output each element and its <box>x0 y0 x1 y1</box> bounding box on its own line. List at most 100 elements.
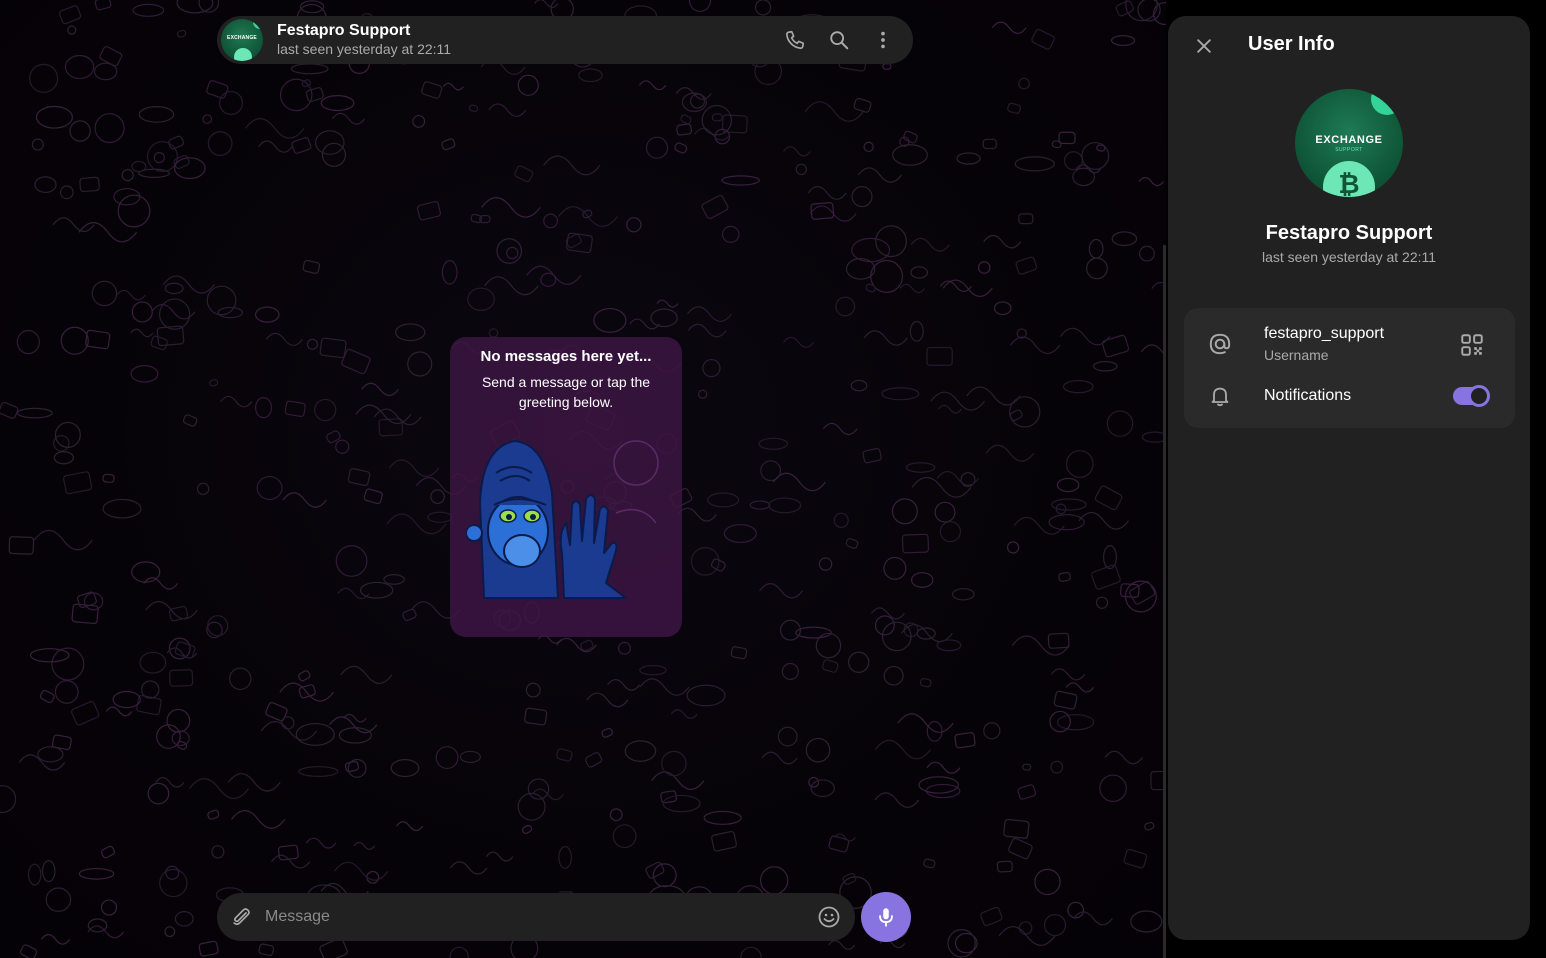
background-doodle <box>1047 632 1070 649</box>
background-doodle <box>146 141 178 173</box>
background-doodle <box>626 217 642 233</box>
background-doodle <box>198 940 219 957</box>
background-doodle <box>1062 379 1094 394</box>
background-doodle <box>71 700 100 726</box>
background-doodle <box>388 459 440 477</box>
greeting-sticker[interactable] <box>466 433 666 613</box>
background-doodle <box>584 752 603 768</box>
background-doodle <box>467 287 495 312</box>
background-doodle <box>783 336 815 348</box>
background-doodle <box>759 583 803 599</box>
background-doodle <box>881 621 912 652</box>
background-doodle <box>0 785 17 814</box>
call-button[interactable] <box>777 22 813 58</box>
background-doodle <box>982 138 997 150</box>
background-doodle <box>956 152 981 165</box>
background-doodle <box>258 140 293 153</box>
background-doodle <box>1048 514 1085 531</box>
background-doodle <box>291 137 312 154</box>
background-doodle <box>851 186 873 208</box>
background-doodle <box>521 824 533 834</box>
background-doodle <box>231 809 286 829</box>
background-doodle <box>845 537 859 549</box>
background-doodle <box>53 451 74 465</box>
emoji-button[interactable] <box>815 903 843 931</box>
gorilla-muzzle <box>503 534 541 568</box>
background-doodle <box>1106 410 1134 437</box>
background-doodle <box>468 104 479 113</box>
chat-header[interactable]: EXCHANGE Festapro Support last seen yest… <box>217 16 913 64</box>
background-doodle <box>662 794 701 813</box>
background-doodle <box>52 217 95 233</box>
background-doodle <box>1018 77 1030 90</box>
attach-button[interactable] <box>229 905 253 929</box>
background-doodle <box>363 488 383 505</box>
background-doodle <box>865 283 876 293</box>
background-doodle <box>850 379 868 392</box>
search-icon <box>830 31 849 50</box>
background-doodle <box>284 400 306 417</box>
background-doodle <box>749 500 771 510</box>
background-doodle <box>853 97 872 113</box>
background-doodle <box>69 120 91 142</box>
background-doodle <box>430 489 445 505</box>
close-button[interactable] <box>1190 32 1218 60</box>
notifications-toggle[interactable] <box>1453 385 1490 407</box>
background-doodle <box>112 690 141 709</box>
background-doodle <box>910 572 934 588</box>
background-doodle <box>335 545 368 577</box>
notifications-info: Notifications <box>1264 386 1351 406</box>
background-doodle <box>271 854 311 869</box>
background-doodle <box>582 209 593 219</box>
background-doodle <box>1049 710 1071 733</box>
background-doodle <box>772 472 826 492</box>
qr-code-icon[interactable] <box>1459 332 1485 358</box>
background-doodle <box>94 0 112 11</box>
background-doodle <box>758 437 789 450</box>
avatar[interactable]: EXCHANGE <box>221 19 263 61</box>
notifications-row[interactable]: Notifications <box>1184 376 1515 416</box>
search-button[interactable] <box>821 22 857 58</box>
background-doodle <box>176 29 187 38</box>
background-doodle <box>202 114 213 125</box>
background-doodle <box>1058 571 1071 582</box>
background-doodle <box>842 872 857 885</box>
background-doodle <box>899 283 926 294</box>
avatar-text: EXCHANGE <box>1315 134 1383 146</box>
background-doodle <box>660 790 678 804</box>
background-doodle <box>298 670 311 682</box>
background-doodle <box>939 521 962 543</box>
background-doodle <box>169 669 194 687</box>
background-doodle <box>100 845 116 859</box>
profile-avatar[interactable]: $ EXCHANGE SUPPORT ₿ <box>1295 89 1403 197</box>
more-button[interactable] <box>865 22 901 58</box>
background-doodle <box>656 299 679 308</box>
chat-header-info[interactable]: Festapro Support last seen yesterday at … <box>277 22 777 58</box>
background-doodle <box>277 844 299 861</box>
background-doodle <box>79 176 100 193</box>
avatar-text: EXCHANGE <box>227 35 257 41</box>
background-doodle <box>93 62 118 81</box>
background-doodle <box>16 329 40 355</box>
voice-record-button[interactable] <box>861 892 911 942</box>
background-doodle <box>951 588 975 601</box>
background-doodle <box>117 194 151 228</box>
background-doodle <box>768 497 802 514</box>
background-doodle <box>711 830 737 852</box>
background-doodle <box>1018 921 1033 935</box>
background-doodle <box>207 131 233 156</box>
background-doodle <box>174 641 196 659</box>
background-doodle <box>337 587 370 600</box>
bitcoin-coin-icon: ₿ <box>1323 161 1375 197</box>
background-doodle <box>687 323 727 338</box>
chat-title: Festapro Support <box>277 22 411 39</box>
background-doodle <box>1094 485 1123 511</box>
bitcoin-coin-icon <box>234 48 252 61</box>
username-value: festapro_support <box>1264 325 1385 342</box>
background-doodle <box>617 641 632 655</box>
message-input[interactable] <box>265 908 815 926</box>
background-doodle <box>189 778 250 800</box>
background-doodle <box>795 163 808 176</box>
background-doodle <box>525 682 541 698</box>
username-row[interactable]: festapro_support Username <box>1184 318 1515 370</box>
